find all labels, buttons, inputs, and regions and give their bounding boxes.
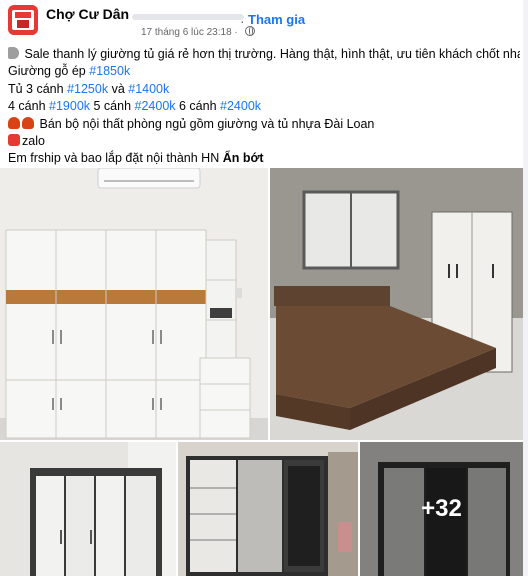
- hashtag-link[interactable]: #1400k: [128, 82, 169, 96]
- text-line-5: Bán bộ nội thất phòng ngủ gồm giường và …: [8, 116, 520, 133]
- join-group-link[interactable]: Tham gia: [248, 12, 305, 27]
- hashtag-link[interactable]: #1900k: [49, 99, 90, 113]
- hashtag-link[interactable]: #2400k: [220, 99, 261, 113]
- header-separator: ·: [240, 13, 245, 29]
- hashtag-link[interactable]: #1850k: [89, 64, 130, 78]
- wardrobe-dark-trim-photo: [0, 442, 176, 576]
- post-photo-3[interactable]: [0, 442, 176, 576]
- person-icon: [22, 116, 34, 129]
- text-line-4: 4 cánh #1900k 5 cánh #2400k 6 cánh #2400…: [8, 98, 520, 115]
- redacted-author: [132, 14, 244, 20]
- hashtag-link[interactable]: #2400k: [135, 99, 176, 113]
- post-photo-4[interactable]: [178, 442, 358, 576]
- post-timestamp[interactable]: 17 tháng 6 lúc 23:18: [141, 27, 232, 38]
- bed-wardrobe-photo: [270, 168, 523, 440]
- text-line-1: Sale thanh lý giường tủ giá rẻ hơn thị t…: [8, 46, 520, 63]
- text-line-7-content: Em frship và bao lắp đặt nội thành HN: [8, 151, 223, 166]
- wardrobe-white-photo: [0, 168, 268, 440]
- see-less-button[interactable]: Ẩn bớt: [223, 151, 264, 165]
- text-line-1-content: Sale thanh lý giường tủ giá rẻ hơn thị t…: [24, 47, 520, 61]
- person-icon: [8, 116, 20, 129]
- feed-background-edge: [523, 0, 528, 576]
- meta-separator: ·: [234, 27, 238, 38]
- text-line-6-content: zalo: [22, 134, 45, 149]
- post-photo-5[interactable]: +32: [360, 442, 523, 576]
- text-line-2: Giường gỗ ép #1850k: [8, 63, 520, 80]
- text-line-6: zalo: [8, 133, 520, 150]
- text-line-3-connector: và: [108, 81, 129, 96]
- post-header: Chợ Cư Dân 17 tháng 6 lúc 23:18 · · Tham…: [8, 4, 520, 38]
- post-photo-1[interactable]: [0, 168, 268, 440]
- text-line-3-content: Tủ 3 cánh: [8, 81, 68, 96]
- globe-icon: [244, 26, 255, 36]
- text-line-2-content: Giường gỗ ép: [8, 64, 90, 79]
- text-line-3: Tủ 3 cánh #1250k và #1400k: [8, 81, 520, 98]
- phone-icon: [8, 134, 20, 147]
- speaker-icon: [8, 47, 19, 59]
- hashtag-link[interactable]: #1250k: [67, 82, 108, 96]
- group-avatar[interactable]: [8, 5, 38, 35]
- text-line-4-content: 4 cánh: [8, 99, 50, 114]
- text-line-4-content: 6 cánh: [175, 99, 221, 114]
- post-text: Sale thanh lý giường tủ giá rẻ hơn thị t…: [8, 46, 520, 168]
- post-meta: 17 tháng 6 lúc 23:18 ·: [141, 26, 255, 38]
- post-photo-2[interactable]: [270, 168, 523, 440]
- facebook-post: Chợ Cư Dân 17 tháng 6 lúc 23:18 · · Tham…: [0, 0, 528, 576]
- group-name[interactable]: Chợ Cư Dân: [46, 6, 129, 22]
- text-line-5-content: Bán bộ nội thất phòng ngủ gồm giường và …: [39, 116, 375, 131]
- more-photos-count: +32: [421, 495, 462, 522]
- text-line-4-content: 5 cánh: [90, 99, 135, 114]
- more-photos-overlay[interactable]: +32: [360, 442, 523, 576]
- wardrobe-shelves-photo: [178, 442, 358, 576]
- text-line-7: Em frship và bao lắp đặt nội thành HN Ẩn…: [8, 150, 520, 167]
